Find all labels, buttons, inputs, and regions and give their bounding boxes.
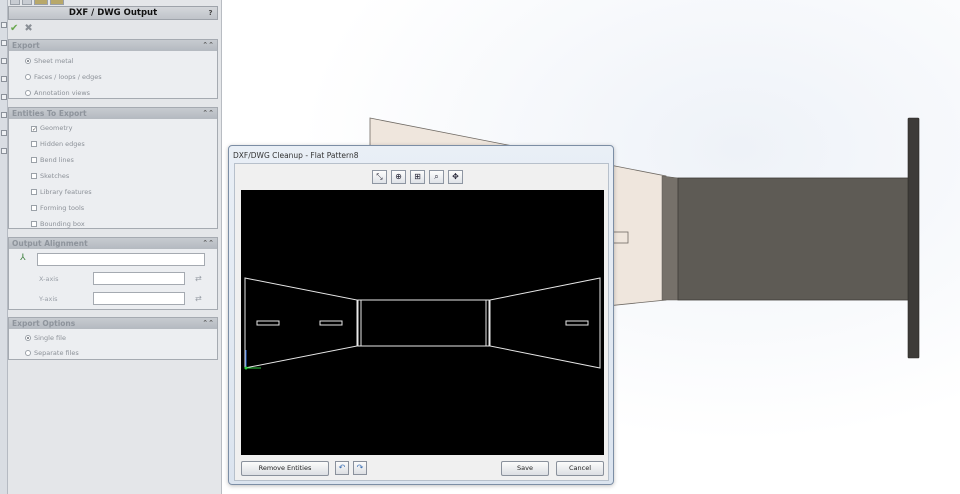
tab-property-manager[interactable]: [22, 0, 32, 5]
preview-slot: [256, 320, 280, 326]
view-toolbar: ⤡ ⊕ ⊞ ⌕ ✥: [372, 170, 463, 184]
export-options-header[interactable]: Export Options ⌃⌃: [9, 318, 217, 329]
zoom-in-out-icon[interactable]: ⌕: [429, 170, 444, 184]
model-center-body: [677, 177, 917, 301]
preview-slot: [565, 320, 589, 326]
tab-feature-manager[interactable]: [10, 0, 20, 5]
radio-icon: [25, 58, 31, 64]
checkbox-icon: [31, 205, 37, 211]
checkbox-bounding-box[interactable]: Bounding box: [31, 219, 85, 229]
checkbox-forming-tools[interactable]: Forming tools: [31, 203, 84, 213]
x-axis-label: X-axis: [39, 275, 59, 283]
checkbox-checked-icon: ✓: [31, 126, 38, 133]
dialog-body: ⤡ ⊕ ⊞ ⌕ ✥ Remove Entities ↶ ↷ Save Cance…: [234, 163, 609, 481]
pm-action-buttons: ✔ ✖: [10, 22, 33, 34]
ok-check-icon[interactable]: ✔: [10, 23, 18, 34]
toolbar-icon[interactable]: [1, 94, 7, 100]
flat-pattern-preview[interactable]: [241, 190, 604, 455]
checkbox-bend-lines[interactable]: Bend lines: [31, 155, 74, 165]
radio-faces-loops-edges[interactable]: Faces / loops / edges: [25, 72, 102, 82]
left-toolbar-strip: [0, 0, 8, 494]
entities-group-header[interactable]: Entities To Export ⌃⌃: [9, 108, 217, 119]
checkbox-icon: [31, 173, 37, 179]
save-button[interactable]: Save: [501, 461, 549, 476]
tab-dimxpert[interactable]: [50, 0, 64, 5]
checkbox-library-features[interactable]: Library features: [31, 187, 92, 197]
checkbox-sketches[interactable]: Sketches: [31, 171, 69, 181]
y-axis-selection-box[interactable]: [93, 292, 185, 305]
toolbar-icon[interactable]: [1, 130, 7, 136]
entities-header-label: Entities To Export: [12, 109, 87, 118]
export-options-header-label: Export Options: [12, 319, 76, 328]
checkbox-icon: [31, 189, 37, 195]
undo-icon[interactable]: ↶: [335, 461, 349, 475]
pm-title-text: DXF / DWG Output: [68, 8, 158, 18]
y-axis-label: Y-axis: [39, 295, 58, 303]
cancel-button[interactable]: Cancel: [556, 461, 604, 476]
alignment-header-label: Output Alignment: [12, 239, 88, 248]
checkbox-icon: [31, 221, 37, 227]
pan-icon[interactable]: ✥: [448, 170, 463, 184]
toolbar-icon[interactable]: [1, 148, 7, 154]
radio-annotation-views[interactable]: Annotation views: [25, 88, 90, 98]
preview-slot: [319, 320, 343, 326]
toolbar-icon[interactable]: [1, 58, 7, 64]
export-group: Export ⌃⌃ Sheet metal Faces / loops / ed…: [8, 39, 218, 99]
alignment-group-header[interactable]: Output Alignment ⌃⌃: [9, 238, 217, 249]
zoom-area-icon[interactable]: ⊞: [410, 170, 425, 184]
preview-left-flange: [244, 277, 358, 369]
radio-icon: [25, 90, 31, 96]
radio-sheet-metal[interactable]: Sheet metal: [25, 56, 74, 66]
dialog-title: DXF/DWG Cleanup - Flat Pattern8: [233, 151, 359, 160]
model-left-flange-edge: [661, 175, 679, 301]
tab-configuration-manager[interactable]: [34, 0, 48, 5]
zoom-to-fit-icon[interactable]: ⊕: [391, 170, 406, 184]
checkbox-icon: [31, 141, 37, 147]
reverse-direction-icon[interactable]: ⇄: [195, 274, 202, 283]
export-header-label: Export: [12, 41, 40, 50]
toolbar-icon[interactable]: [1, 76, 7, 82]
redo-icon[interactable]: ↷: [353, 461, 367, 475]
checkbox-geometry[interactable]: ✓ Geometry: [31, 123, 72, 133]
collapse-icon[interactable]: ⌃⌃: [202, 318, 214, 329]
entities-to-export-group: Entities To Export ⌃⌃ ✓ Geometry Hidden e…: [8, 107, 218, 229]
property-manager: DXF / DWG Output ? ✔ ✖ Export ⌃⌃ Sheet m…: [8, 0, 222, 494]
origin-selection-box[interactable]: [37, 253, 205, 266]
preview-center-panel: [357, 299, 490, 347]
output-alignment-group: Output Alignment ⌃⌃ ⅄ X-axis ⇄ Y-axis ⇄: [8, 237, 218, 310]
collapse-icon[interactable]: ⌃⌃: [202, 40, 214, 51]
property-manager-title: DXF / DWG Output ?: [8, 6, 218, 20]
radio-single-file[interactable]: Single file: [25, 333, 66, 343]
model-right-flange: [907, 117, 920, 359]
toolbar-icon[interactable]: [1, 22, 7, 28]
select-icon[interactable]: ⤡: [372, 170, 387, 184]
export-options-group: Export Options ⌃⌃ Single file Separate f…: [8, 317, 218, 360]
collapse-icon[interactable]: ⌃⌃: [202, 238, 214, 249]
preview-right-flange: [489, 277, 601, 369]
x-axis-selection-box[interactable]: [93, 272, 185, 285]
toolbar-icon[interactable]: [1, 40, 7, 46]
export-group-header[interactable]: Export ⌃⌃: [9, 40, 217, 51]
coordinate-origin-icon: ⅄: [20, 253, 26, 263]
checkbox-hidden-edges[interactable]: Hidden edges: [31, 139, 85, 149]
radio-icon: [25, 335, 31, 341]
collapse-icon[interactable]: ⌃⌃: [202, 108, 214, 119]
dxf-cleanup-dialog: DXF/DWG Cleanup - Flat Pattern8 ⤡ ⊕ ⊞ ⌕ …: [228, 145, 614, 485]
cancel-x-icon[interactable]: ✖: [24, 23, 32, 34]
help-icon[interactable]: ?: [206, 8, 215, 18]
toolbar-icon[interactable]: [1, 112, 7, 118]
radio-icon: [25, 74, 31, 80]
radio-separate-files[interactable]: Separate files: [25, 348, 79, 358]
checkbox-icon: [31, 157, 37, 163]
reverse-direction-icon[interactable]: ⇄: [195, 294, 202, 303]
remove-entities-button[interactable]: Remove Entities: [241, 461, 329, 476]
radio-icon: [25, 350, 31, 356]
